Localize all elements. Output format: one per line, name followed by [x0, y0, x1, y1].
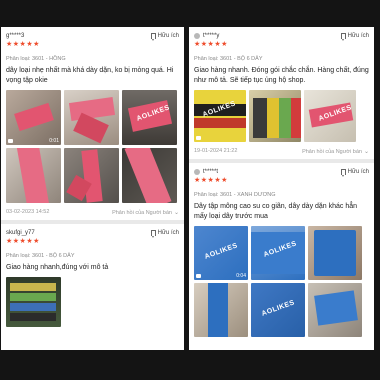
review-media-grid: 0:01 AOLIKES	[6, 90, 179, 203]
review-date: 19-01-2024 21:22	[194, 148, 238, 154]
variant-label: Phân loại: 3601 - HỒNG	[6, 56, 66, 62]
review-photo[interactable]	[6, 277, 61, 327]
seller-reply-label: Phản hồi của Người bán	[112, 209, 172, 216]
reviewer-name: skufgi_y77	[6, 229, 35, 236]
rating-stars: ★★★★★	[6, 238, 40, 245]
brand-print: AOLIKES	[260, 299, 296, 318]
review-video-thumb[interactable]: 0:01	[6, 90, 61, 145]
seller-reply-toggle[interactable]: Phản hồi của Người bán ⌄	[302, 148, 369, 156]
bookmark-icon	[150, 32, 156, 41]
review-card: t*****t Hữu ích ★★★★★ Phân loại: 3601 - …	[189, 163, 374, 341]
review-photo[interactable]	[122, 148, 177, 203]
chevron-down-icon: ⌄	[363, 149, 369, 155]
review-photo[interactable]: AOLIKES	[251, 226, 305, 280]
bookmark-icon	[340, 168, 346, 177]
helpful-label: Hữu ích	[157, 32, 179, 39]
seller-reply-label: Phản hồi của Người bán	[302, 148, 362, 155]
review-card: t*****y Hữu ích ★★★★★ Phân loại: 3601 - …	[189, 27, 374, 159]
seller-reply-toggle[interactable]: Phản hồi của Người bán ⌄	[112, 209, 179, 217]
review-card: g*****3 Hữu ích ★★★★★ Phân loại: 3601 - …	[1, 27, 184, 220]
helpful-button[interactable]: Hữu ích	[150, 32, 179, 41]
review-text: Giao hàng nhanh,đúng với mô tả	[6, 264, 109, 271]
review-photo[interactable]	[6, 148, 61, 203]
video-icon	[8, 139, 13, 143]
review-photo[interactable]	[308, 226, 362, 280]
review-photo[interactable]	[249, 90, 301, 142]
review-text: dây loại nhẹ nhất mà khá dày dặn, ko bị …	[6, 67, 174, 84]
bookmark-icon	[150, 229, 156, 238]
video-duration: 0:04	[236, 273, 246, 279]
reviewer-info: t*****y	[194, 32, 220, 39]
review-card: skufgi_y77 Hữu ích ★★★★★ Phân loại: 3601…	[1, 224, 184, 331]
review-photo[interactable]	[308, 283, 362, 337]
helpful-label: Hữu ích	[347, 168, 369, 175]
helpful-button[interactable]: Hữu ích	[340, 32, 369, 41]
helpful-label: Hữu ích	[347, 32, 369, 39]
review-photo[interactable]: AOLIKES	[304, 90, 356, 142]
reviewer-name: t*****y	[203, 32, 220, 39]
rating-stars: ★★★★★	[194, 41, 228, 48]
review-video-thumb[interactable]: AOLIKES	[194, 90, 246, 142]
review-video-thumb[interactable]: AOLIKES 0:04	[194, 226, 248, 280]
rating-stars: ★★★★★	[6, 41, 40, 48]
review-text: Giao hàng nhanh. Đóng gói chắc chắn. Hàn…	[194, 67, 369, 84]
brand-print: AOLIKES	[203, 242, 239, 261]
video-icon	[196, 274, 201, 278]
variant-label: Phân loại: 3601 - XANH DƯƠNG	[194, 192, 276, 198]
review-column-left: g*****3 Hữu ích ★★★★★ Phân loại: 3601 - …	[1, 27, 184, 350]
review-media-grid: AOLIKES AOLIKES	[194, 90, 369, 142]
helpful-button[interactable]: Hữu ích	[150, 229, 179, 238]
review-column-right: t*****y Hữu ích ★★★★★ Phân loại: 3601 - …	[189, 27, 374, 350]
video-duration: 0:01	[49, 138, 59, 144]
review-photo[interactable]	[64, 148, 119, 203]
variant-label: Phân loại: 3601 - BỘ 6 DÂY	[194, 56, 263, 62]
review-text: Dây tập mông cao su co giãn, dây dày dặn…	[194, 203, 358, 220]
helpful-button[interactable]: Hữu ích	[340, 168, 369, 177]
reviewer-name: t*****t	[203, 168, 219, 175]
review-date: 03-02-2023 14:52	[6, 209, 50, 215]
review-photo[interactable]: AOLIKES	[251, 283, 305, 337]
review-photo[interactable]	[194, 283, 248, 337]
variant-label: Phân loại: 3601 - BỘ 6 DÂY	[6, 253, 75, 259]
helpful-label: Hữu ích	[157, 229, 179, 236]
review-photo[interactable]: AOLIKES	[122, 90, 177, 145]
avatar	[194, 32, 200, 39]
video-icon	[196, 136, 201, 140]
avatar	[194, 168, 200, 175]
rating-stars: ★★★★★	[194, 177, 228, 184]
chevron-down-icon: ⌄	[173, 210, 179, 216]
review-media-grid: AOLIKES 0:04 AOLIKES AOLIKES	[194, 226, 369, 337]
review-photo[interactable]	[64, 90, 119, 145]
reviewer-name: g*****3	[6, 32, 25, 39]
reviewer-info: t*****t	[194, 168, 219, 175]
review-media-grid	[6, 277, 179, 327]
bookmark-icon	[340, 32, 346, 41]
